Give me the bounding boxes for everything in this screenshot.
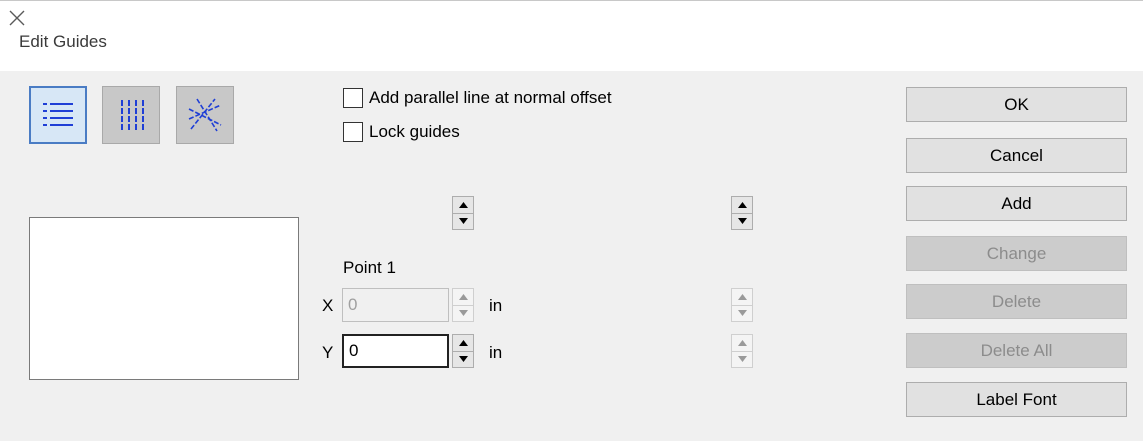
x-coordinate-field[interactable]: [342, 288, 449, 322]
lock-guides-checkbox[interactable]: [343, 122, 363, 142]
arrow-down-icon: [737, 356, 747, 363]
horizontal-lines-icon: [43, 103, 73, 126]
parallel-line-label: Add parallel line at normal offset: [369, 88, 612, 107]
vertical-guides-mode-button[interactable]: [102, 86, 160, 144]
spin-down-button[interactable]: [732, 212, 752, 230]
point-heading: Point 1: [343, 258, 396, 277]
arrow-up-icon: [458, 339, 468, 346]
spin-down-button[interactable]: [453, 304, 473, 322]
spin-down-button[interactable]: [732, 350, 752, 368]
spin-down-button[interactable]: [732, 304, 752, 322]
y-coordinate-field[interactable]: [342, 334, 449, 368]
arrow-up-icon: [737, 339, 747, 346]
y-unit-label: in: [489, 343, 503, 362]
y-label: Y: [322, 343, 334, 362]
add-button[interactable]: Add: [906, 186, 1127, 221]
spin-up-button[interactable]: [453, 289, 473, 305]
lock-guides-label: Lock guides: [369, 122, 460, 141]
spin-up-button[interactable]: [732, 335, 752, 351]
spin-up-button[interactable]: [453, 335, 473, 351]
spin-down-button[interactable]: [453, 350, 473, 368]
arrow-down-icon: [737, 310, 747, 317]
angled-guides-mode-button[interactable]: [176, 86, 234, 144]
parallel-line-checkbox[interactable]: [343, 88, 363, 108]
arrow-down-icon: [737, 218, 747, 225]
arrow-up-icon: [737, 293, 747, 300]
cancel-button[interactable]: Cancel: [906, 138, 1127, 173]
arrow-down-icon: [458, 310, 468, 317]
x-spinner[interactable]: [452, 288, 474, 322]
dialog-title: Edit Guides: [19, 32, 107, 51]
guide-list[interactable]: [29, 217, 299, 380]
arrow-up-icon: [458, 201, 468, 208]
offset-spinner[interactable]: [452, 196, 474, 230]
spin-up-button[interactable]: [732, 289, 752, 305]
y-offset-spinner[interactable]: [731, 334, 753, 368]
change-button[interactable]: Change: [906, 236, 1127, 271]
arrow-up-icon: [458, 293, 468, 300]
arrow-up-icon: [737, 201, 747, 208]
spin-up-button[interactable]: [732, 197, 752, 213]
y-spinner[interactable]: [452, 334, 474, 368]
title-bar: Edit Guides: [0, 0, 1143, 71]
x-label: X: [322, 296, 334, 315]
parallel-line-option[interactable]: Add parallel line at normal offset: [343, 88, 612, 108]
arrow-down-icon: [458, 356, 468, 363]
vertical-lines-icon: [121, 100, 144, 130]
lock-guides-option[interactable]: Lock guides: [343, 122, 460, 142]
ok-button[interactable]: OK: [906, 87, 1127, 122]
x-unit-label: in: [489, 296, 503, 315]
close-icon: [9, 10, 25, 26]
spin-down-button[interactable]: [453, 212, 473, 230]
x-offset-spinner[interactable]: [731, 288, 753, 322]
angle-spinner[interactable]: [731, 196, 753, 230]
delete-all-button[interactable]: Delete All: [906, 333, 1127, 368]
spin-up-button[interactable]: [453, 197, 473, 213]
close-button[interactable]: [0, 1, 34, 35]
arrow-down-icon: [458, 218, 468, 225]
label-font-button[interactable]: Label Font: [906, 382, 1127, 417]
angled-lines-icon: [188, 98, 222, 132]
horizontal-guides-mode-button[interactable]: [29, 86, 87, 144]
delete-button[interactable]: Delete: [906, 284, 1127, 319]
